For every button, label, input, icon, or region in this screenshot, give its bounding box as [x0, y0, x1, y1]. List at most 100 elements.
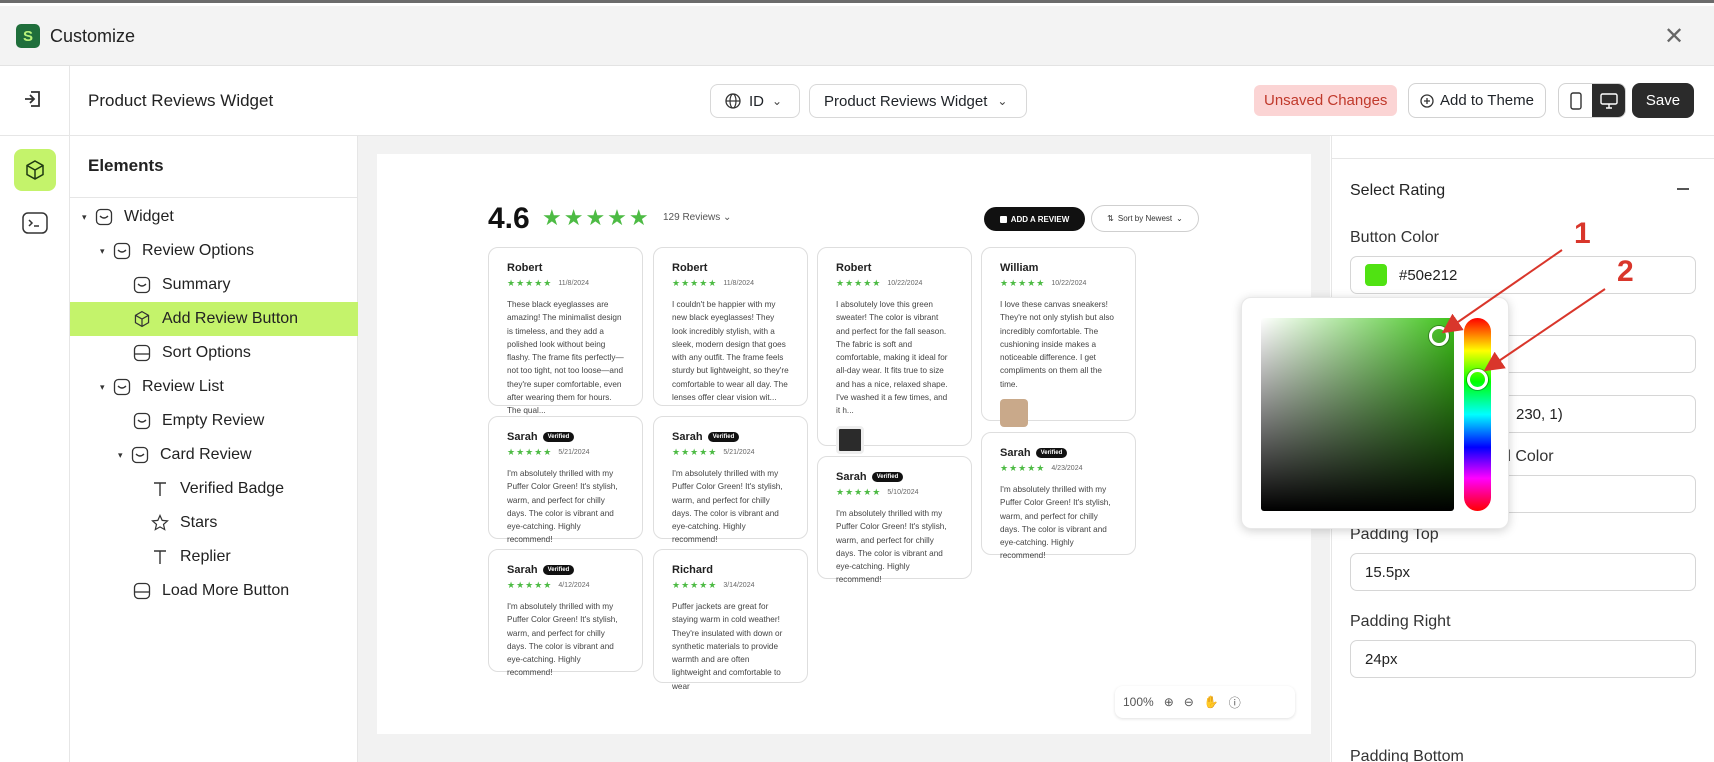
review-card: Sarah Verified ★★★★★ 5/21/2024 I'm absolut… [653, 416, 808, 544]
button-color-value: #50e212 [1399, 266, 1458, 284]
tree-item-verified-badge[interactable]: Verified Badge [70, 472, 358, 506]
zoom-out-icon[interactable]: ⊖ [1184, 695, 1194, 709]
elements-divider [70, 197, 358, 198]
tree-item-empty-review[interactable]: Empty Review [70, 404, 358, 438]
page-title: Product Reviews Widget [88, 91, 274, 110]
collapse-icon[interactable] [1677, 188, 1689, 190]
dropdown-icon [132, 581, 152, 601]
section-icon [112, 241, 132, 261]
save-button[interactable]: Save [1632, 83, 1694, 118]
zoom-in-icon[interactable]: ⊕ [1164, 695, 1174, 709]
widget-select[interactable]: Product Reviews Widget ⌄ [809, 84, 1027, 118]
review-photo-thumbnail[interactable] [1000, 398, 1028, 427]
reviewer-name: Robert [836, 262, 872, 274]
plus-square-icon [999, 215, 1007, 223]
add-to-theme-button[interactable]: Add to Theme [1408, 83, 1546, 118]
language-select[interactable]: ID ⌄ [710, 84, 800, 118]
caret-down-icon: ▾ [100, 245, 105, 256]
star-icon [150, 513, 170, 533]
tree-item-card-review[interactable]: ▾ Card Review [70, 438, 358, 472]
tree-item-label: Add Review Button [162, 310, 299, 327]
exit-icon[interactable] [22, 88, 44, 110]
settings-divider [1332, 158, 1714, 159]
tree-item-sort-options[interactable]: Sort Options [70, 336, 358, 370]
text-icon [150, 479, 170, 499]
cube-icon [26, 160, 44, 180]
section-title: Select Rating [1350, 182, 1446, 199]
tree-item-label: Summary [162, 276, 231, 293]
text-icon [150, 547, 170, 567]
hue-slider[interactable] [1464, 318, 1491, 511]
tree-item-widget[interactable]: ▾ Widget [70, 200, 358, 234]
button-color-input[interactable]: #50e212 [1350, 256, 1696, 294]
review-text: I couldn't be happier with my new black … [672, 300, 789, 402]
review-date: 5/21/2024 [723, 449, 755, 456]
tree-item-review-options[interactable]: ▾ Review Options [70, 234, 358, 268]
saturation-value-area[interactable] [1261, 318, 1454, 511]
close-icon[interactable]: ✕ [1664, 22, 1684, 51]
review-text: I'm absolutely thrilled with my Puffer C… [507, 602, 618, 678]
device-toggle [1558, 83, 1626, 118]
annotation-label-1: 1 [1574, 217, 1591, 250]
widget-select-value: Product Reviews Widget [824, 92, 988, 110]
padding-right-input[interactable]: 24px [1350, 640, 1696, 678]
customize-window: S Customize ✕ Product Reviews Widget ID … [0, 0, 1714, 762]
review-stars: ★★★★★ [1000, 278, 1046, 288]
caret-down-icon: ▾ [82, 211, 87, 222]
tree-item-label: Replier [180, 548, 231, 565]
button-color-label: Button Color [1350, 229, 1439, 246]
color-swatch[interactable] [1365, 264, 1387, 286]
mobile-view-button[interactable] [1559, 84, 1592, 117]
review-date: 4/12/2024 [558, 582, 590, 589]
tree-item-add-review-button[interactable]: Add Review Button [70, 302, 358, 336]
review-card: Sarah Verified ★★★★★ 4/23/2024 I'm absolut… [981, 432, 1136, 560]
review-card: Sarah Verified ★★★★★ 4/12/2024 I'm absolut… [488, 549, 643, 677]
reviewer-name: Sarah [507, 431, 538, 443]
review-card: Robert ★★★★★ 11/8/2024 These black eyegla… [488, 247, 643, 415]
sort-dropdown[interactable]: ⇅ Sort by Newest ⌄ [1091, 205, 1199, 232]
help-icon[interactable]: ⓘ [1229, 694, 1241, 711]
review-text: I'm absolutely thrilled with my Puffer C… [1000, 485, 1111, 561]
elements-title: Elements [88, 156, 164, 175]
code-terminal-icon[interactable] [22, 212, 48, 234]
caret-down-icon: ▾ [118, 449, 123, 460]
review-date: 3/14/2024 [723, 582, 755, 589]
verified-badge: Verified [707, 432, 740, 442]
desktop-icon [1599, 92, 1618, 109]
verified-badge: Verified [542, 432, 575, 442]
zoom-level: 100% [1123, 695, 1154, 709]
padding-top-input[interactable]: 15.5px [1350, 553, 1696, 591]
review-date: 10/22/2024 [1051, 280, 1087, 287]
tree-item-stars[interactable]: Stars [70, 506, 358, 540]
plus-circle-icon [1420, 93, 1434, 108]
hue-handle[interactable] [1467, 369, 1488, 390]
tree-item-summary[interactable]: Summary [70, 268, 358, 302]
review-count[interactable]: 129 Reviews ⌄ [663, 212, 731, 223]
review-text: I absolutely love this green sweater! Th… [836, 300, 948, 416]
tree-item-review-list[interactable]: ▾ Review List [70, 370, 358, 404]
verified-badge: Verified [871, 472, 904, 482]
average-rating: 4.6 [488, 202, 530, 235]
cube-icon [132, 309, 152, 329]
reviewer-name: Sarah [836, 471, 867, 483]
section-icon [112, 377, 132, 397]
tree-item-load-more-button[interactable]: Load More Button [70, 574, 358, 608]
review-stars: ★★★★★ [672, 278, 718, 288]
saturation-handle[interactable] [1429, 326, 1449, 346]
review-count-label: 129 Reviews [663, 212, 721, 223]
review-stars: ★★★★★ [1000, 463, 1046, 473]
unsaved-changes-badge: Unsaved Changes [1254, 85, 1398, 116]
elements-rail-button[interactable] [14, 149, 56, 191]
add-to-theme-label: Add to Theme [1440, 92, 1534, 109]
rgba-value: 230, 1) [1516, 405, 1563, 423]
verified-badge: Verified [1035, 448, 1068, 458]
review-photo-thumbnail[interactable] [836, 425, 864, 454]
app-logo-icon: S [16, 24, 40, 48]
tree-item-replier[interactable]: Replier [70, 540, 358, 574]
review-date: 11/8/2024 [558, 280, 589, 287]
chevron-down-icon: ⌄ [772, 94, 783, 108]
hand-pan-icon[interactable]: ✋ [1204, 695, 1219, 709]
desktop-view-button[interactable] [1592, 84, 1625, 117]
padding-top-value: 15.5px [1365, 563, 1411, 581]
add-review-button[interactable]: ADD A REVIEW [984, 207, 1085, 231]
